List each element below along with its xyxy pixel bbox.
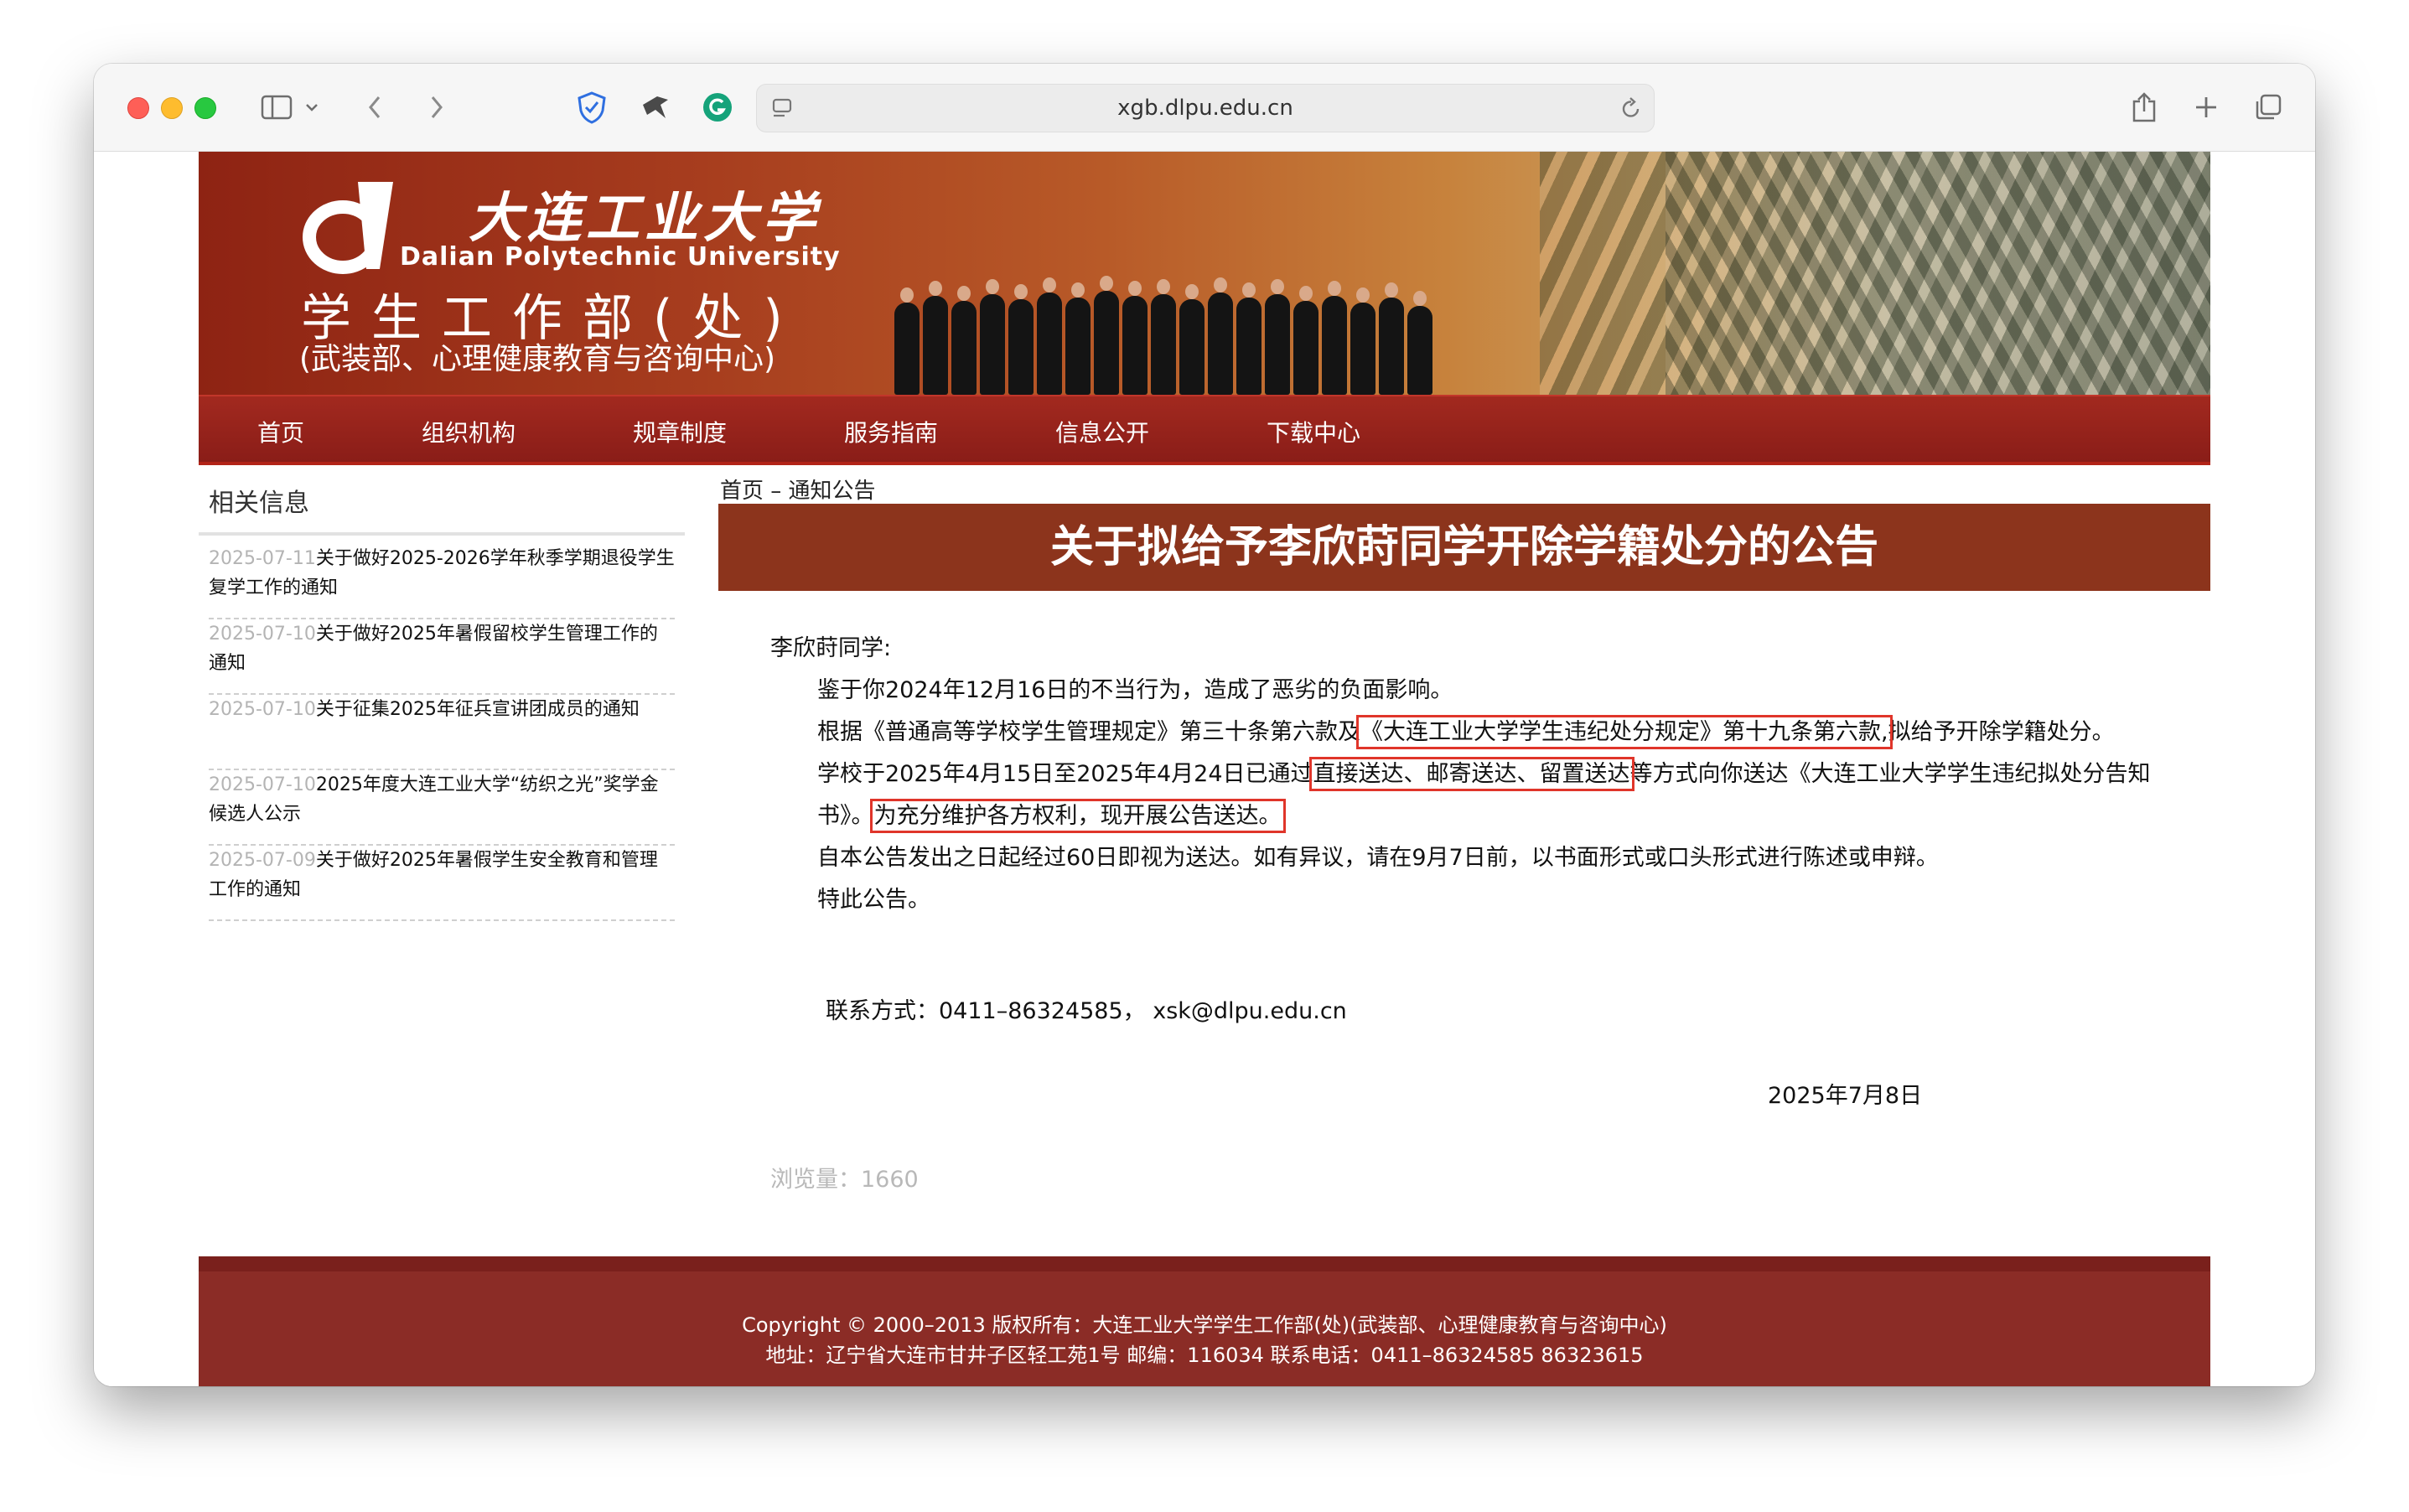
- nav-service-guide[interactable]: 服务指南: [844, 415, 938, 448]
- back-icon[interactable]: [362, 89, 387, 126]
- news-date: 2025-07-10: [209, 774, 316, 795]
- paragraph-2: 根据《普通高等学校学生管理规定》第三十条第六款及《大连工业大学学生违纪处分规定》…: [770, 712, 2178, 753]
- university-cn-name: 大连工业大学: [469, 187, 821, 250]
- paragraph-3: 学校于2025年4月15日至2025年4月24日已通过直接送达、邮寄送达、留置送…: [770, 753, 2178, 837]
- grammarly-icon[interactable]: [699, 89, 736, 126]
- publish-date: 2025年7月8日: [1768, 1083, 1923, 1109]
- bird-extension-icon[interactable]: [637, 89, 674, 126]
- reload-icon[interactable]: [1619, 90, 1644, 127]
- footer-address: 地址：辽宁省大连市甘井子区轻工苑1号 邮编：116034 联系电话：0411–8…: [765, 1344, 1644, 1367]
- nav-info-disclosure[interactable]: 信息公开: [1055, 415, 1149, 448]
- article-title-bar: 关于拟给予李欣莳同学开除学籍处分的公告: [718, 504, 2210, 591]
- news-date: 2025-07-09: [209, 850, 316, 871]
- news-date: 2025-07-11: [209, 548, 316, 569]
- paragraph-5: 特此公告。: [817, 887, 930, 913]
- highlighted-regulation: 《大连工业大学学生违纪处分规定》第十九条第六款,: [1356, 715, 1893, 749]
- highlighted-delivery-methods: 直接送达、邮寄送达、留置送达: [1308, 757, 1634, 791]
- breadcrumb[interactable]: 首页 – 通知公告: [720, 474, 876, 505]
- sidebar-news-item[interactable]: 2025-07-10关于征集2025年征兵宣讲团成员的通知: [209, 695, 675, 770]
- paragraph-2-start: 根据《普通高等学校学生管理规定》第三十条第六款及: [817, 719, 1360, 745]
- nav-regulations[interactable]: 规章制度: [633, 415, 727, 448]
- share-icon[interactable]: [2127, 89, 2161, 126]
- university-logo-icon: [303, 182, 393, 274]
- browser-toolbar: xgb.dlpu.edu.cn: [94, 64, 2315, 152]
- nav-home[interactable]: 首页: [257, 415, 304, 448]
- minimize-window-button[interactable]: [161, 97, 183, 119]
- paragraph-1: 鉴于你2024年12月16日的不当行为，造成了恶劣的负面影响。: [817, 677, 1453, 703]
- paragraph-3-start: 学校于2025年4月15日至2025年4月24日已通过: [817, 761, 1313, 787]
- view-count: 浏览量：1660: [770, 1167, 919, 1193]
- news-link[interactable]: 关于征集2025年征兵宣讲团成员的通知: [316, 699, 640, 720]
- nav-organization[interactable]: 组织机构: [422, 415, 515, 448]
- zoom-window-button[interactable]: [194, 97, 216, 119]
- article-title: 关于拟给予李欣莳同学开除学籍处分的公告: [1049, 522, 1878, 572]
- sidebar-divider: [199, 532, 685, 536]
- university-en-name: Dalian Polytechnic University: [400, 242, 841, 272]
- page-container: 大连工业大学 Dalian Polytechnic University 学生工…: [199, 152, 2210, 1386]
- news-date: 2025-07-10: [209, 699, 316, 720]
- article-body: 李欣莳同学: 鉴于你2024年12月16日的不当行为，造成了恶劣的负面影响。 根…: [770, 628, 2178, 921]
- footer-copyright: Copyright © 2000–2013 版权所有：大连工业大学学生工作部(处…: [742, 1313, 1667, 1337]
- paragraph-2-end: 拟给予开除学籍处分。: [1888, 719, 2115, 745]
- sidebar-news-item[interactable]: 2025-07-11关于做好2025-2026学年秋季学期退役学生复学工作的通知: [209, 544, 675, 619]
- new-tab-icon[interactable]: [2189, 89, 2223, 126]
- shield-icon[interactable]: [573, 89, 610, 126]
- chevron-down-icon[interactable]: [302, 89, 322, 126]
- graduates-photo: [894, 276, 1448, 395]
- salutation: 李欣莳同学:: [770, 635, 892, 661]
- sidebar-news-item[interactable]: 2025-07-09关于做好2025年暑假学生安全教育和管理工作的通知: [209, 846, 675, 921]
- sidebar-news-item[interactable]: 2025-07-10关于做好2025年暑假留校学生管理工作的通知: [209, 619, 675, 695]
- department-subname: (武装部、心理健康教育与咨询中心): [299, 342, 776, 376]
- contact-info: 联系方式：0411–86324585， xsk@dlpu.edu.cn: [826, 998, 1347, 1024]
- news-date: 2025-07-10: [209, 624, 316, 645]
- tab-overview-icon[interactable]: [2251, 89, 2285, 126]
- site-banner: 大连工业大学 Dalian Polytechnic University 学生工…: [199, 152, 2210, 395]
- highlighted-public-notice: 为充分维护各方权利，现开展公告送达。: [869, 799, 1286, 833]
- url-text[interactable]: xgb.dlpu.edu.cn: [757, 85, 1654, 132]
- sidebar-toggle-icon[interactable]: [258, 89, 295, 126]
- site-footer: Copyright © 2000–2013 版权所有：大连工业大学学生工作部(处…: [199, 1256, 2210, 1386]
- sidebar-news-item[interactable]: 2025-07-102025年度大连工业大学“纺织之光”奖学金候选人公示: [209, 770, 675, 846]
- nav-downloads[interactable]: 下载中心: [1267, 415, 1360, 448]
- browser-window: xgb.dlpu.edu.cn 大连工业大学 Dalian Polytechni…: [94, 64, 2315, 1386]
- forward-icon[interactable]: [424, 89, 449, 126]
- web-content: 大连工业大学 Dalian Polytechnic University 学生工…: [94, 152, 2315, 1386]
- sidebar-title: 相关信息: [209, 489, 309, 518]
- main-nav: 首页 组织机构 规章制度 服务指南 信息公开 下载中心: [199, 395, 2210, 465]
- paragraph-4: 自本公告发出之日起经过60日即视为送达。如有异议，请在9月7日前，以书面形式或口…: [817, 845, 1939, 871]
- close-window-button[interactable]: [127, 97, 149, 119]
- address-bar[interactable]: xgb.dlpu.edu.cn: [756, 84, 1655, 132]
- soldiers-image-overlay: [1666, 152, 2210, 395]
